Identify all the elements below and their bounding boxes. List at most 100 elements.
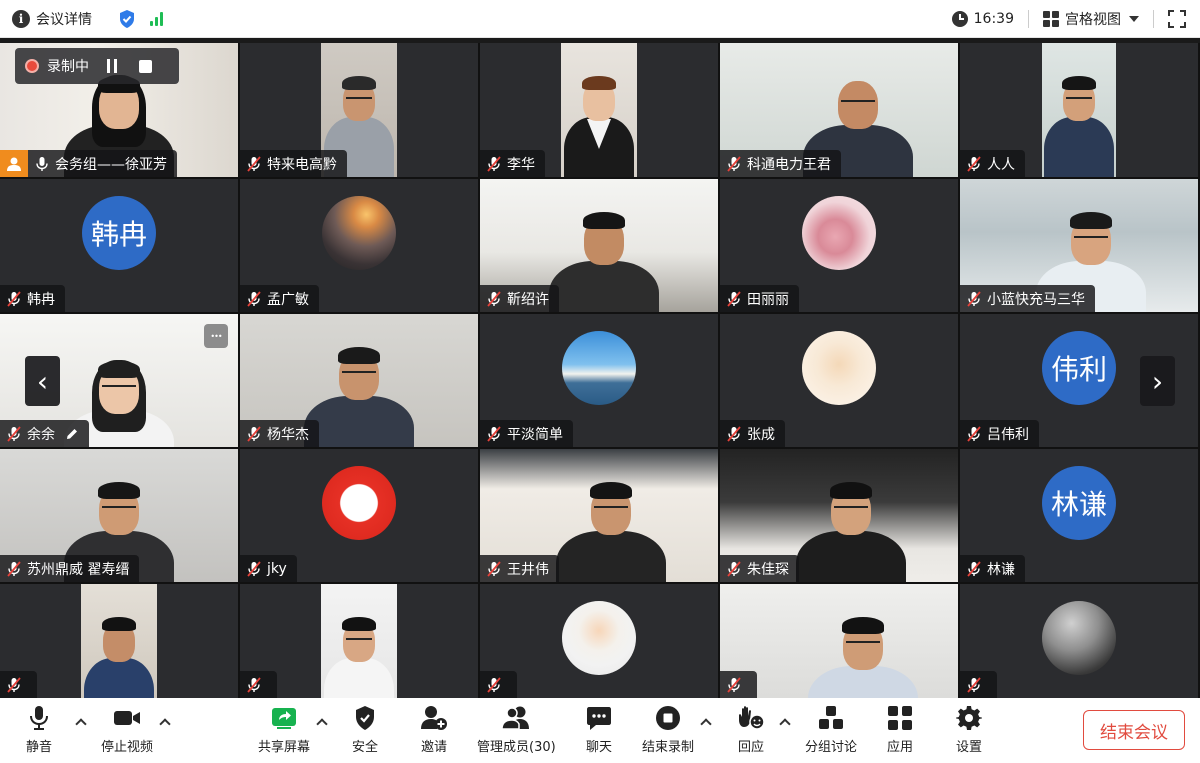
reactions-button[interactable]: 回应 [737, 704, 765, 755]
participant-tile[interactable]: 朱佳琛 [720, 449, 958, 582]
shirt-collar [587, 119, 611, 149]
profile-picture [322, 466, 396, 540]
participant-nameplate [0, 671, 37, 698]
title-bar: i 会议详情 16:39 宫格视图 [0, 0, 1200, 38]
security-shield-icon[interactable] [118, 9, 136, 29]
participant-nameplate: 会务组——徐亚芳 [0, 150, 177, 177]
stop-recording-icon[interactable] [139, 59, 152, 73]
participant-tile[interactable] [720, 584, 958, 698]
list-menu-icon[interactable] [0, 570, 44, 582]
mute-button[interactable]: 静音 [26, 704, 52, 755]
microphone-muted-icon [6, 290, 22, 307]
chevron-down-icon[interactable] [1129, 15, 1139, 22]
end-recording-button[interactable]: 结束录制 [642, 704, 694, 755]
end-meeting-button[interactable]: 结束会议 [1083, 710, 1185, 750]
fullscreen-icon[interactable] [1168, 9, 1186, 28]
breakout-rooms-button[interactable]: 分组讨论 [805, 704, 857, 755]
microphone-muted-icon [966, 290, 982, 307]
microphone-muted-icon [246, 425, 262, 442]
network-signal-icon[interactable] [150, 11, 163, 26]
security-button[interactable]: 安全 [352, 704, 378, 755]
glasses [593, 506, 628, 509]
participant-name: 科通电力王君 [747, 156, 831, 173]
participant-nameplate: 吕伟利 [960, 420, 1039, 447]
participant-tile[interactable]: 特来电高黔 [240, 43, 478, 177]
participant-nameplate: 朱佳琛 [720, 555, 799, 582]
participant-tile[interactable]: 科通电力王君 [720, 43, 958, 177]
profile-picture [322, 196, 396, 270]
grid-view-icon[interactable] [1043, 10, 1059, 27]
previous-page-button[interactable]: ‹ [25, 356, 60, 406]
participant-tile[interactable]: 小蓝快充马三华 [960, 179, 1198, 312]
gear-icon [956, 704, 982, 732]
participant-nameplate: jky [240, 555, 297, 582]
participant-name: 王井伟 [507, 561, 549, 578]
audio-options-chevron-icon[interactable] [75, 718, 87, 730]
participant-name: 韩冉 [27, 291, 55, 308]
participant-name: jky [267, 560, 287, 577]
profile-picture [562, 601, 636, 675]
participant-tile[interactable]: 张成 [720, 314, 958, 447]
person-hair [841, 617, 884, 634]
participant-tile[interactable] [480, 584, 718, 698]
participant-tile[interactable]: 平淡简单 [480, 314, 718, 447]
stop-record-icon [655, 704, 681, 732]
participant-tile[interactable]: 王井伟 [480, 449, 718, 582]
video-options-chevron-icon[interactable] [159, 718, 171, 730]
participant-tile[interactable]: 韩冉 韩冉 [0, 179, 238, 312]
person-body [1044, 117, 1114, 177]
invite-button[interactable]: 邀请 [420, 704, 448, 755]
participant-tile[interactable]: jky [240, 449, 478, 582]
meeting-toolbar: 静音 停止视频 共享屏幕 安全 邀请 管理成员(30) 聊天 结束录制 回应 分… [0, 698, 1200, 763]
glasses [845, 641, 880, 644]
recording-label: 录制中 [47, 59, 89, 75]
apps-button[interactable]: 应用 [887, 704, 913, 755]
meeting-details-title[interactable]: 会议详情 [36, 9, 92, 29]
participant-tile[interactable] [240, 584, 478, 698]
participant-name: 林谦 [987, 561, 1015, 578]
participant-name: 会务组——徐亚芳 [55, 156, 167, 173]
recording-options-chevron-icon[interactable] [700, 718, 712, 730]
person-body [555, 531, 666, 582]
share-screen-button[interactable]: 共享屏幕 [258, 704, 310, 755]
edit-pencil-icon[interactable] [65, 427, 79, 441]
participant-nameplate [720, 671, 757, 698]
participant-tile[interactable] [960, 584, 1198, 698]
settings-button[interactable]: 设置 [956, 704, 982, 755]
participant-nameplate: 靳绍许 [480, 285, 559, 312]
participant-tile[interactable]: 李华 [480, 43, 718, 177]
share-options-chevron-icon[interactable] [316, 718, 328, 730]
participant-name: 余余 [27, 426, 55, 443]
participant-tile[interactable]: 杨华杰 [240, 314, 478, 447]
person-body [324, 658, 394, 698]
participant-tile[interactable]: 孟广敏 [240, 179, 478, 312]
participant-tile[interactable] [0, 584, 238, 698]
person-hair [98, 482, 140, 499]
participant-tile[interactable]: 田丽丽 [720, 179, 958, 312]
chat-button[interactable]: 聊天 [586, 704, 612, 755]
more-options-icon[interactable]: ••• [204, 324, 228, 348]
participant-nameplate: 田丽丽 [720, 285, 799, 312]
participant-nameplate: 李华 [480, 150, 545, 177]
microphone-muted-icon [486, 676, 502, 693]
participant-name: 杨华杰 [267, 426, 309, 443]
pause-recording-icon[interactable] [107, 59, 117, 73]
view-mode-selector[interactable]: 宫格视图 [1065, 9, 1121, 29]
next-page-button[interactable]: › [1140, 356, 1175, 406]
reactions-options-chevron-icon[interactable] [779, 718, 791, 730]
participant-avatar: 伟利 [1042, 331, 1116, 405]
glasses [102, 385, 136, 388]
portrait-video [81, 584, 157, 698]
person-hair [829, 482, 872, 499]
microphone-muted-icon [6, 425, 22, 442]
manage-members-button[interactable]: 管理成员(30) [477, 704, 556, 755]
participant-nameplate: 林谦 [960, 555, 1025, 582]
participant-tile[interactable]: 林谦 林谦 [960, 449, 1198, 582]
participant-tile[interactable]: 苏州鼎威 翟寿缙 [0, 449, 238, 582]
meeting-time: 16:39 [973, 10, 1014, 27]
participant-tile[interactable]: 人人 [960, 43, 1198, 177]
participant-nameplate: 科通电力王君 [720, 150, 841, 177]
stop-video-button[interactable]: 停止视频 [101, 704, 153, 755]
participant-tile[interactable]: 靳绍许 [480, 179, 718, 312]
info-icon[interactable]: i [12, 9, 30, 28]
